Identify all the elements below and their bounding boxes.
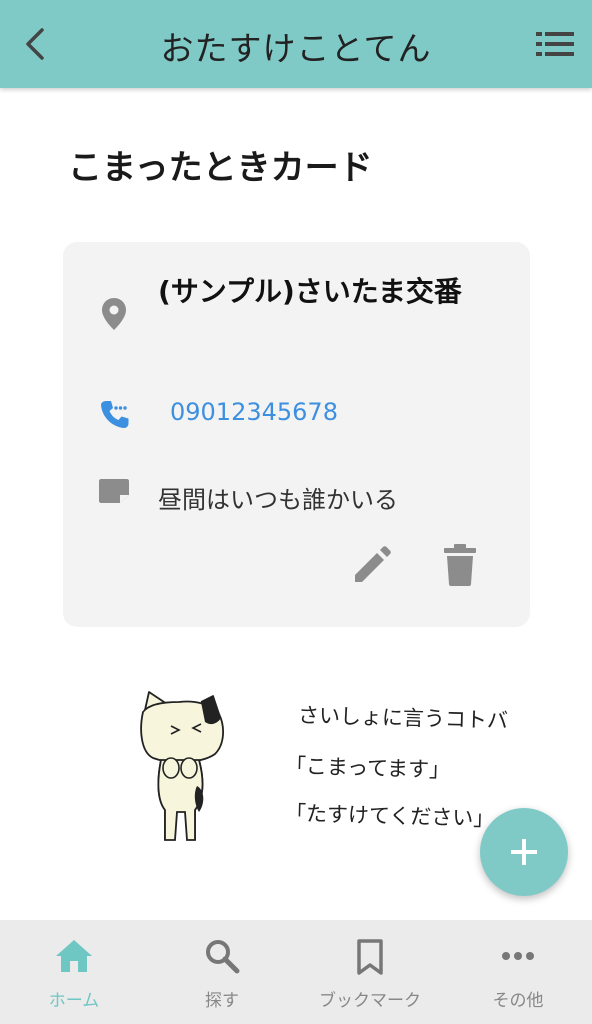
- search-icon: [206, 940, 240, 974]
- card-memo: 昼間はいつも誰かいる: [158, 486, 398, 514]
- home-icon: [56, 940, 92, 972]
- nav-item-search[interactable]: 探す: [148, 920, 296, 1024]
- pencil-icon[interactable]: [351, 542, 395, 586]
- cat-illustration: [140, 691, 224, 841]
- nav-item-home[interactable]: ホーム: [0, 920, 148, 1024]
- help-card: (サンプル)さいたま交番 09012345678 昼間はいつも誰かいる: [63, 242, 530, 627]
- card-name: (サンプル)さいたま交番: [158, 275, 462, 308]
- more-icon: [502, 952, 534, 960]
- location-pin-icon: [102, 298, 126, 330]
- trash-icon[interactable]: [441, 542, 479, 588]
- list-menu-icon[interactable]: [534, 28, 576, 60]
- nav-label-search: 探す: [205, 991, 239, 1011]
- phone-icon[interactable]: [99, 398, 131, 430]
- bookmark-icon: [357, 939, 383, 975]
- nav-item-more[interactable]: その他: [444, 920, 592, 1024]
- phone-link[interactable]: 09012345678: [170, 398, 338, 426]
- nav-label-bookmark: ブックマーク: [319, 991, 421, 1011]
- caption-line-3: 「たすけてください」: [284, 801, 495, 831]
- nav-label-home: ホーム: [48, 991, 100, 1011]
- app-bar: おたすけことてん: [0, 0, 592, 88]
- app-title: おたすけことてん: [160, 29, 432, 68]
- note-icon: [99, 479, 129, 503]
- nav-label-more: その他: [492, 991, 544, 1011]
- bottom-nav: ホーム 探す ブックマーク その他: [0, 920, 592, 1024]
- page-title: こまったときカード: [68, 148, 373, 188]
- caption-line-1: さいしょに言うコトバ: [297, 703, 509, 733]
- add-card-button[interactable]: [480, 808, 568, 896]
- nav-item-bookmark[interactable]: ブックマーク: [296, 920, 444, 1024]
- plus-icon: [511, 839, 537, 865]
- caption-line-2: 「こまってます」: [284, 753, 451, 783]
